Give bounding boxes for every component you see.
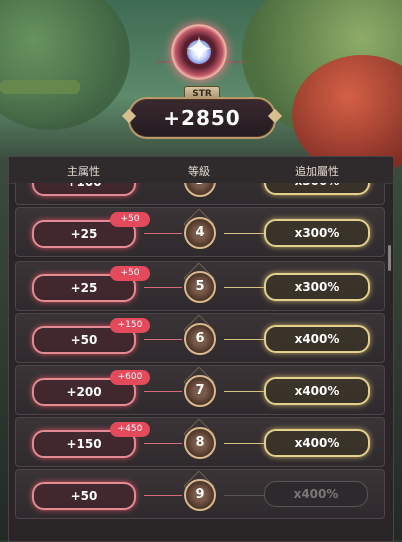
gem-icon: ✦ bbox=[165, 18, 237, 90]
bonus-multiplier: x400% bbox=[264, 377, 370, 405]
level-badge: 4 bbox=[184, 217, 216, 249]
table-rows[interactable]: +100 3 x300% +25 +50 4 x300% +25 +50 5 x… bbox=[9, 183, 393, 541]
header-main-stat: 主属性 bbox=[67, 165, 100, 178]
header-bonus: 追加屬性 bbox=[295, 165, 339, 178]
bonus-multiplier: x400% bbox=[264, 429, 370, 457]
level-badge: 6 bbox=[184, 323, 216, 355]
base-stat: +100 bbox=[32, 183, 136, 196]
base-stat: +50 bbox=[32, 482, 136, 510]
level-badge: 8 bbox=[184, 427, 216, 459]
table-row[interactable]: +100 3 x300% bbox=[15, 183, 385, 205]
table-row[interactable]: +50 +150 6 x400% bbox=[15, 313, 385, 363]
bonus-multiplier: x300% bbox=[264, 183, 370, 195]
table-row[interactable]: +200 +600 7 x400% bbox=[15, 365, 385, 415]
table-row[interactable]: +50 9 x400% bbox=[15, 469, 385, 519]
stat-total-value: +2850 bbox=[163, 106, 241, 130]
increment-badge: +50 bbox=[110, 266, 150, 281]
scrollbar-thumb[interactable] bbox=[388, 245, 391, 271]
bonus-multiplier: x400% bbox=[264, 481, 368, 507]
table-header: 主属性 等級 追加屬性 bbox=[9, 157, 393, 184]
growth-table-panel: 主属性 等級 追加屬性 +100 3 x300% +25 +50 4 x300%… bbox=[8, 156, 394, 542]
bonus-multiplier: x400% bbox=[264, 325, 370, 353]
increment-badge: +50 bbox=[110, 212, 150, 227]
table-row[interactable]: +25 +50 4 x300% bbox=[15, 207, 385, 257]
background-platform bbox=[0, 80, 80, 94]
background-tree bbox=[0, 0, 130, 130]
level-badge: 3 bbox=[184, 183, 216, 197]
level-badge: 9 bbox=[184, 479, 216, 511]
bonus-multiplier: x300% bbox=[264, 219, 370, 247]
table-row[interactable]: +25 +50 5 x300% bbox=[15, 261, 385, 311]
table-row[interactable]: +150 +450 8 x400% bbox=[15, 417, 385, 467]
increment-badge: +450 bbox=[110, 422, 150, 437]
bonus-multiplier: x300% bbox=[264, 273, 370, 301]
stat-total-box: +2850 bbox=[121, 97, 283, 139]
increment-badge: +600 bbox=[110, 370, 150, 385]
level-badge: 5 bbox=[184, 271, 216, 303]
header-level: 等級 bbox=[188, 165, 210, 178]
level-badge: 7 bbox=[184, 375, 216, 407]
increment-badge: +150 bbox=[110, 318, 150, 333]
